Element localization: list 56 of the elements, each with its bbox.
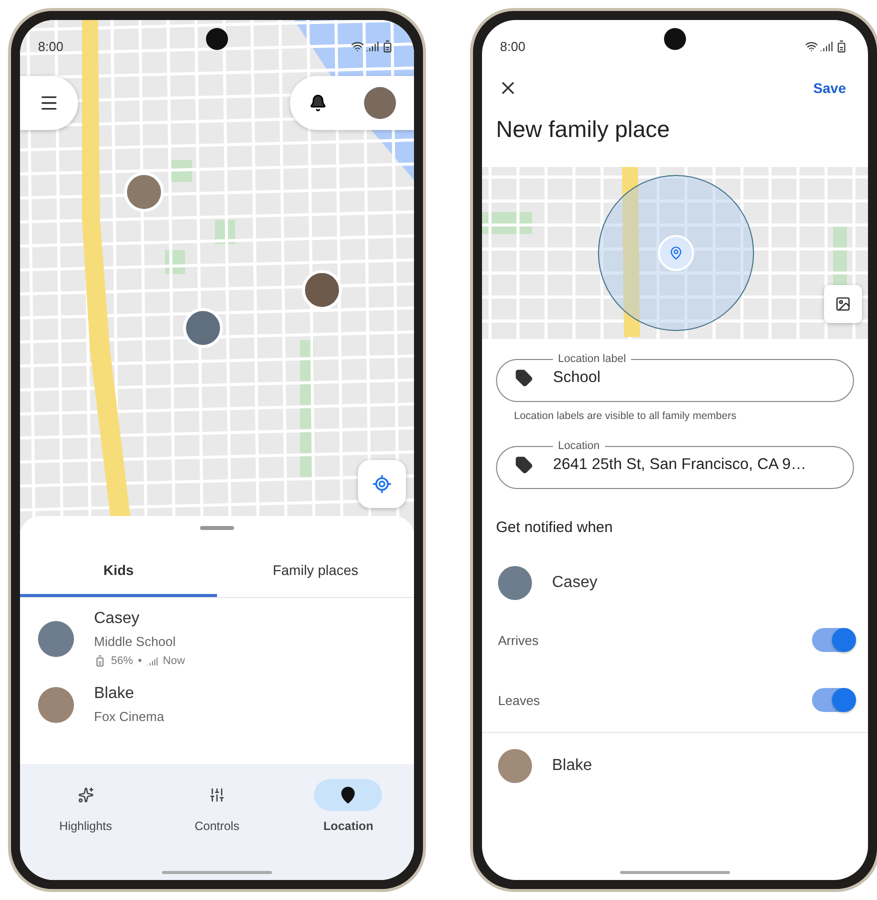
tab[interactable]: Family places	[217, 548, 414, 597]
member-name: Casey	[552, 574, 598, 592]
text-input[interactable]: School	[553, 369, 835, 387]
label-icon	[515, 456, 533, 474]
battery-icon	[381, 40, 394, 52]
sliders-icon	[208, 787, 225, 803]
map-type-button[interactable]	[824, 285, 862, 323]
avatar	[38, 620, 74, 656]
text-field[interactable]: Location 2641 25th St, San Francisco, CA 9…	[496, 440, 854, 489]
field-label: Location label	[557, 353, 627, 365]
avatar	[498, 749, 532, 783]
nav-item[interactable]: Location	[298, 778, 398, 880]
profile-avatar[interactable]	[364, 87, 396, 119]
locate-icon	[372, 474, 392, 494]
map-pin-icon	[339, 786, 358, 804]
page-title: New family place	[496, 116, 671, 143]
tab[interactable]: Kids	[20, 548, 217, 597]
avatar	[38, 686, 74, 722]
alert-label: Arrives	[498, 632, 538, 648]
helper-text: Location labels are visible to all family members	[514, 410, 738, 422]
alert-label: Leaves	[498, 692, 540, 708]
kid-name: Blake	[94, 685, 136, 703]
bell-icon[interactable]	[308, 94, 326, 112]
drag-handle[interactable]	[200, 526, 234, 530]
member-name: Blake	[552, 757, 592, 775]
sparkle-icon	[78, 787, 94, 803]
status-time: 8:00	[500, 38, 526, 54]
battery-level: 56%	[111, 655, 134, 667]
menu-button[interactable]	[20, 76, 78, 130]
kid-place: Fox Cinema	[94, 709, 164, 724]
image-icon	[835, 296, 851, 312]
kid-place: Middle School	[94, 634, 177, 649]
wifi-icon	[351, 40, 364, 52]
update-time: Now	[162, 655, 185, 667]
signal-icon	[366, 40, 379, 52]
kid-name: Casey	[94, 610, 140, 628]
nav-item[interactable]: Controls	[166, 778, 267, 880]
field-label: Location	[557, 440, 601, 452]
nav-item[interactable]: Highlights	[36, 778, 136, 880]
toggle-switch[interactable]	[812, 628, 856, 652]
save-button[interactable]: Save	[807, 79, 852, 97]
label-icon	[515, 369, 533, 387]
camera-hole	[664, 28, 686, 50]
battery-icon	[835, 40, 848, 52]
text-input[interactable]: 2641 25th St, San Francisco, CA 9…	[553, 456, 835, 474]
section-heading: Get notified when	[496, 519, 614, 536]
separator-dot: •	[138, 655, 142, 667]
locate-button[interactable]	[358, 460, 406, 508]
text-field[interactable]: Location label School	[496, 353, 854, 402]
signal-icon	[820, 40, 833, 52]
avatar	[498, 566, 532, 600]
status-time: 8:00	[38, 38, 64, 54]
toggle-switch[interactable]	[812, 688, 856, 712]
battery-icon	[94, 655, 106, 667]
wifi-icon	[805, 40, 818, 52]
map-pin-icon	[669, 246, 683, 260]
